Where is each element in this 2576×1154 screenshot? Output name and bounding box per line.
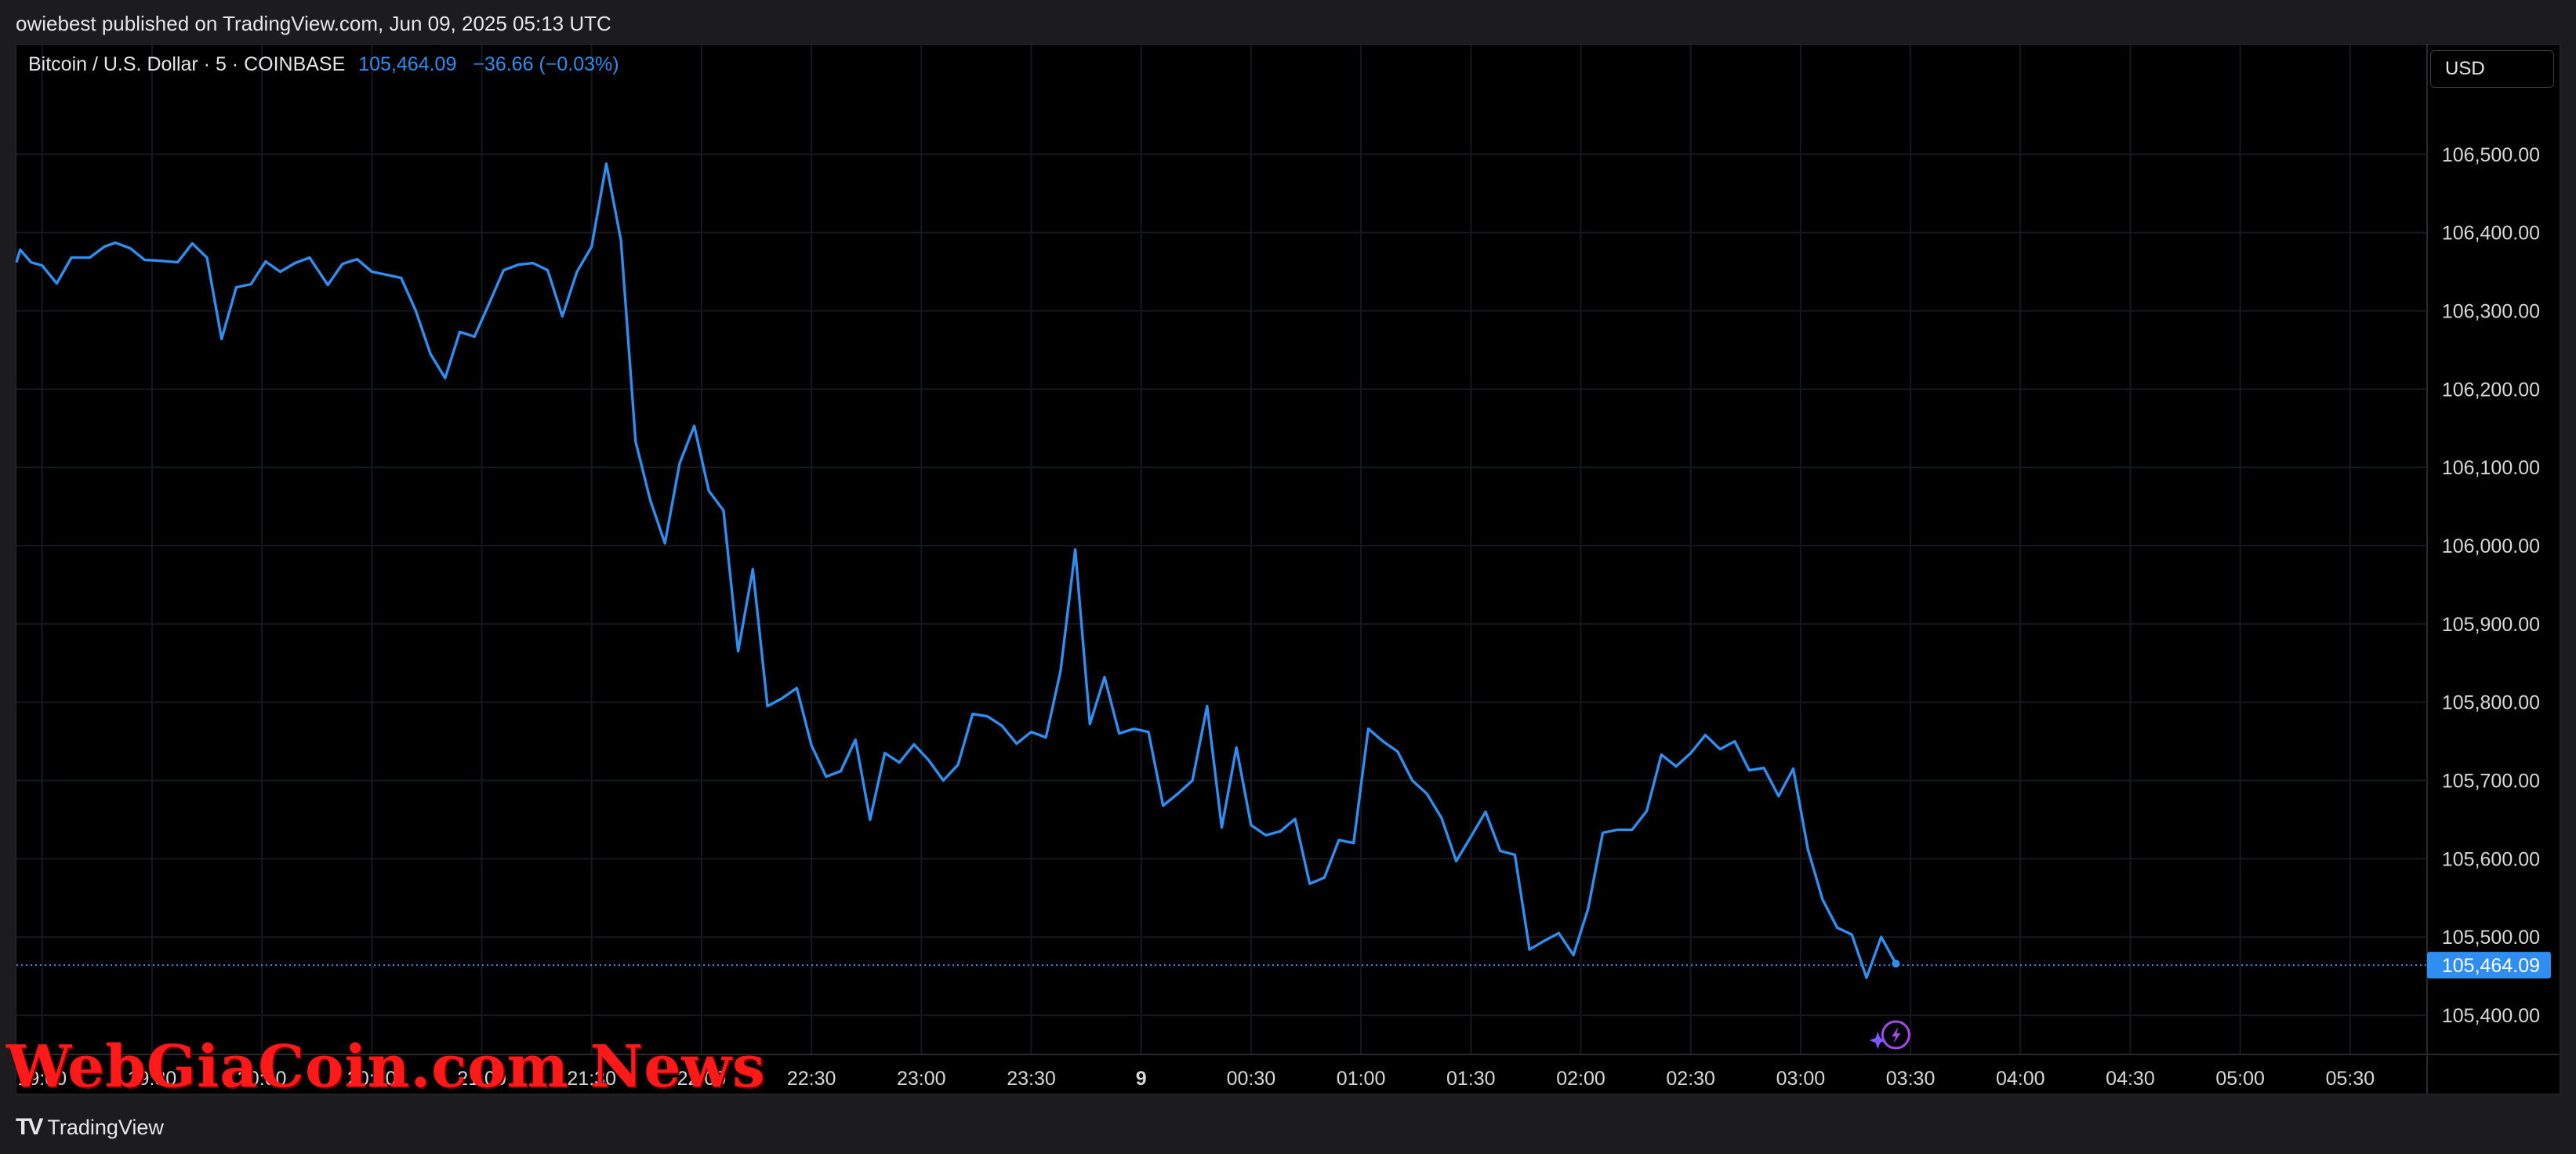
- x-tick-label: 03:00: [1776, 1068, 1826, 1090]
- x-tick-label: 23:00: [897, 1068, 946, 1090]
- x-tick-label: 22:30: [787, 1068, 836, 1090]
- last-price-label: 105,464.09: [2442, 955, 2540, 977]
- last-price-dot: [1892, 960, 1900, 968]
- sparkle-icon: [1869, 1032, 1887, 1049]
- x-tick-label: 05:00: [2215, 1068, 2265, 1090]
- watermark-text: WebGiaCoin.com News: [6, 1033, 766, 1101]
- y-tick-label: 106,400.00: [2442, 223, 2540, 245]
- x-tick-label: 04:00: [1996, 1068, 2045, 1090]
- symbol-name: Bitcoin / U.S. Dollar · 5 · COINBASE: [28, 53, 346, 75]
- tradingview-logo-icon: TV: [16, 1114, 43, 1140]
- x-tick-label: 01:30: [1446, 1068, 1496, 1090]
- x-tick-label: 00:30: [1227, 1068, 1276, 1090]
- tradingview-logo[interactable]: TV TradingView: [16, 1112, 164, 1143]
- price-chart[interactable]: 106,500.00 106,400.00 106,300.00 106,200.00…: [0, 0, 2576, 1154]
- y-tick-label: 106,500.00: [2442, 144, 2540, 166]
- y-tick-label: 105,900.00: [2442, 614, 2540, 636]
- y-tick-label: 105,700.00: [2442, 771, 2540, 793]
- x-tick-label: 02:00: [1556, 1068, 1605, 1090]
- y-tick-label: 105,600.00: [2442, 848, 2540, 870]
- currency-selector[interactable]: USD: [2430, 50, 2554, 88]
- x-tick-label: 01:00: [1337, 1068, 1386, 1090]
- x-tick-label: 03:30: [1886, 1068, 1936, 1090]
- y-tick-label: 106,300.00: [2442, 300, 2540, 322]
- x-tick-label: 9: [1136, 1068, 1147, 1090]
- x-tick-label: 04:30: [2106, 1068, 2155, 1090]
- y-tick-label: 105,500.00: [2442, 927, 2540, 949]
- symbol-legend: Bitcoin / U.S. Dollar · 5 · COINBASE 105…: [28, 53, 619, 76]
- y-tick-label: 105,400.00: [2442, 1005, 2540, 1027]
- x-tick-label: 23:30: [1007, 1068, 1056, 1090]
- x-tick-label: 02:30: [1666, 1068, 1715, 1090]
- y-tick-label: 106,200.00: [2442, 379, 2540, 401]
- price-series-line: [15, 162, 1897, 979]
- x-tick-label: 05:30: [2326, 1068, 2375, 1090]
- y-tick-label: 105,800.00: [2442, 692, 2540, 714]
- y-tick-label: 106,100.00: [2442, 457, 2540, 479]
- tradingview-logo-text: TradingView: [47, 1115, 164, 1139]
- symbol-price: 105,464.09: [358, 53, 457, 75]
- lightning-bolt-shape: [1892, 1027, 1901, 1043]
- y-tick-label: 106,000.00: [2442, 535, 2540, 557]
- symbol-change: −36.66 (−0.03%): [473, 53, 619, 75]
